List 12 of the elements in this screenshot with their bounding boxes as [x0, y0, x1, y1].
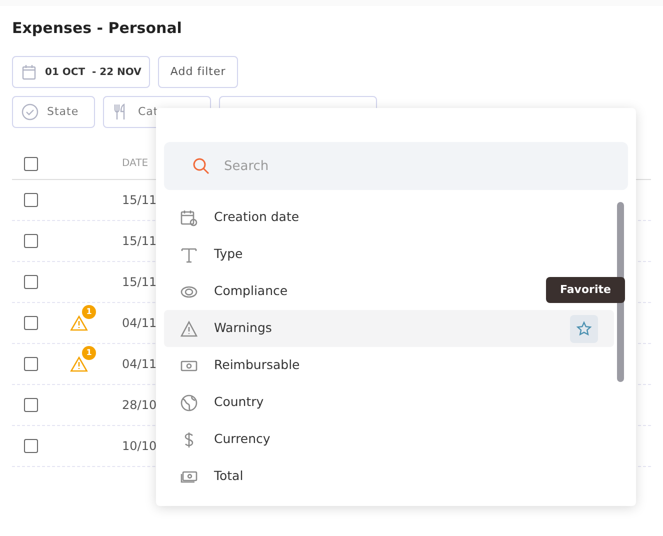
warning-count-badge: 1: [82, 305, 96, 319]
page-title: Expenses - Personal: [12, 18, 183, 38]
column-header: DATE: [122, 157, 148, 171]
date-cell-text: 15/11: [122, 233, 157, 250]
date-cell-text: 28/10: [122, 397, 157, 414]
warning-count-badge: 1: [82, 346, 96, 360]
tooltip: Favorite: [546, 277, 625, 303]
date-cell-text: 15/11: [122, 192, 157, 209]
date-cell-text: 04/11: [122, 315, 157, 332]
date-cell-text: 10/10: [122, 438, 157, 455]
date-cell-text: 15/11: [122, 274, 157, 291]
date-cell-text: 04/11: [122, 356, 157, 373]
